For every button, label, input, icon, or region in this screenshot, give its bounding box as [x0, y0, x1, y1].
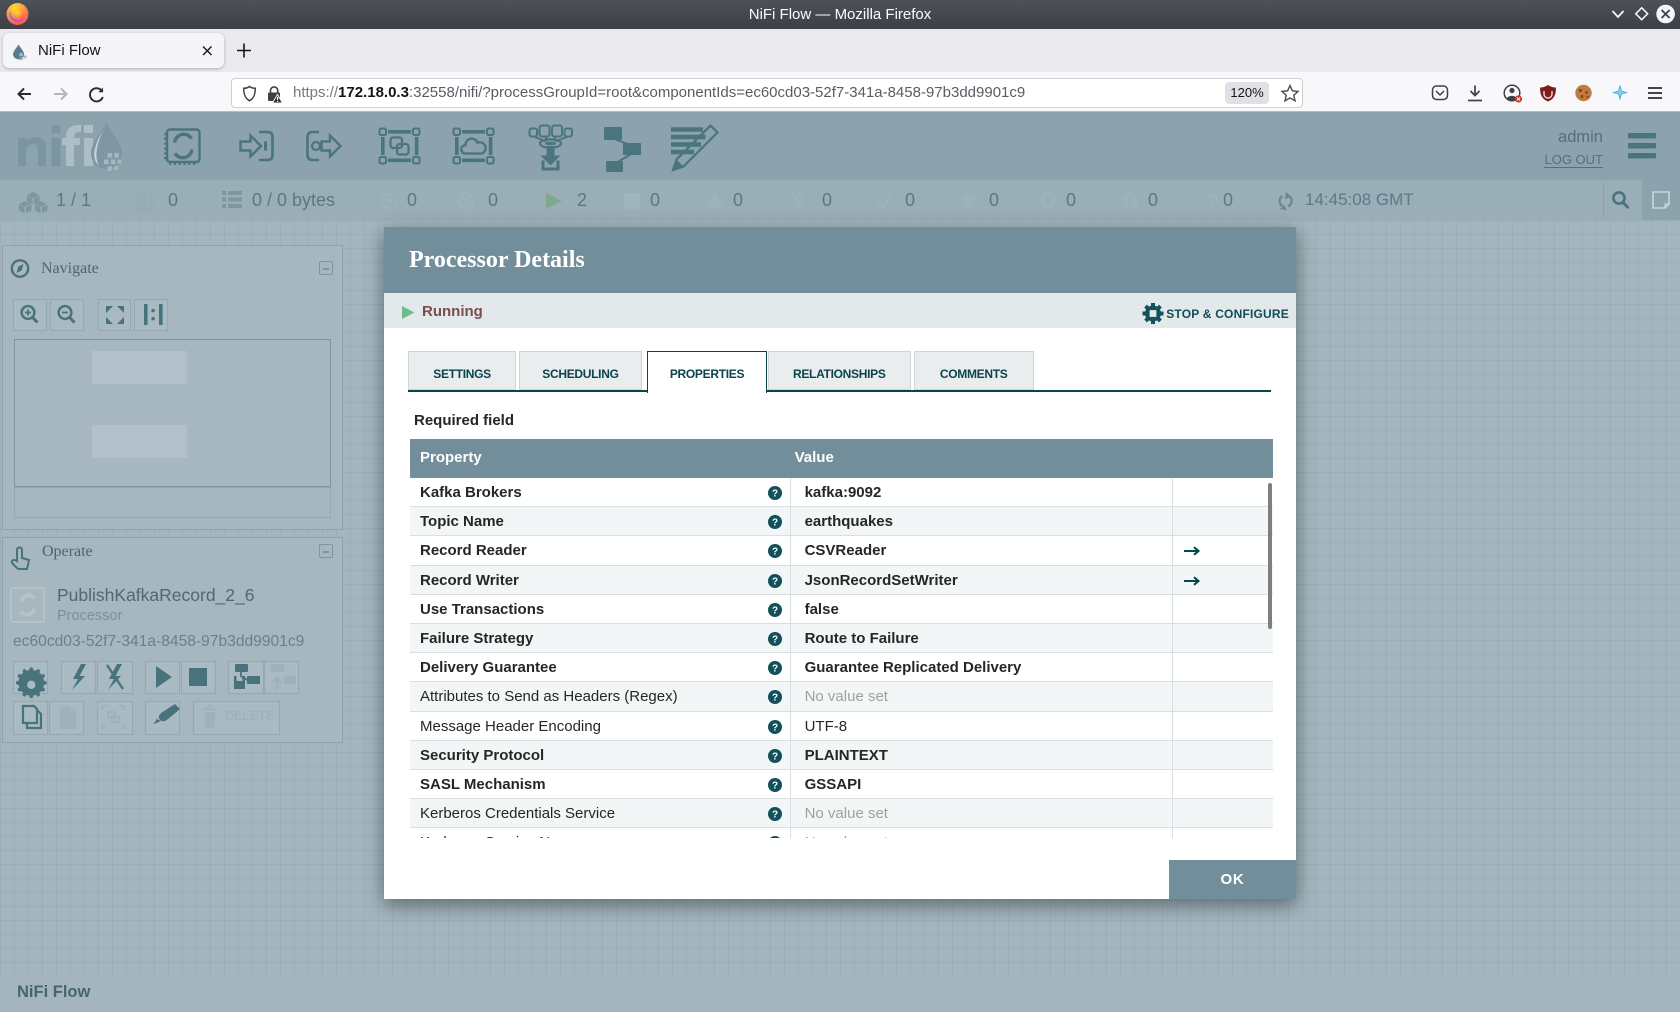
svg-text:?: ?: [772, 576, 778, 587]
svg-text:?: ?: [772, 664, 778, 675]
svg-text:?: ?: [772, 605, 778, 616]
svg-text:?: ?: [772, 810, 778, 821]
svg-text:?: ?: [772, 547, 778, 558]
svg-text:?: ?: [772, 751, 778, 762]
svg-text:?: ?: [1207, 192, 1219, 213]
svg-text:?: ?: [772, 722, 778, 733]
svg-text:?: ?: [772, 693, 778, 704]
svg-text:?: ?: [772, 518, 778, 529]
svg-text:?: ?: [772, 489, 778, 500]
svg-text:?: ?: [772, 780, 778, 791]
svg-text:?: ?: [772, 634, 778, 645]
